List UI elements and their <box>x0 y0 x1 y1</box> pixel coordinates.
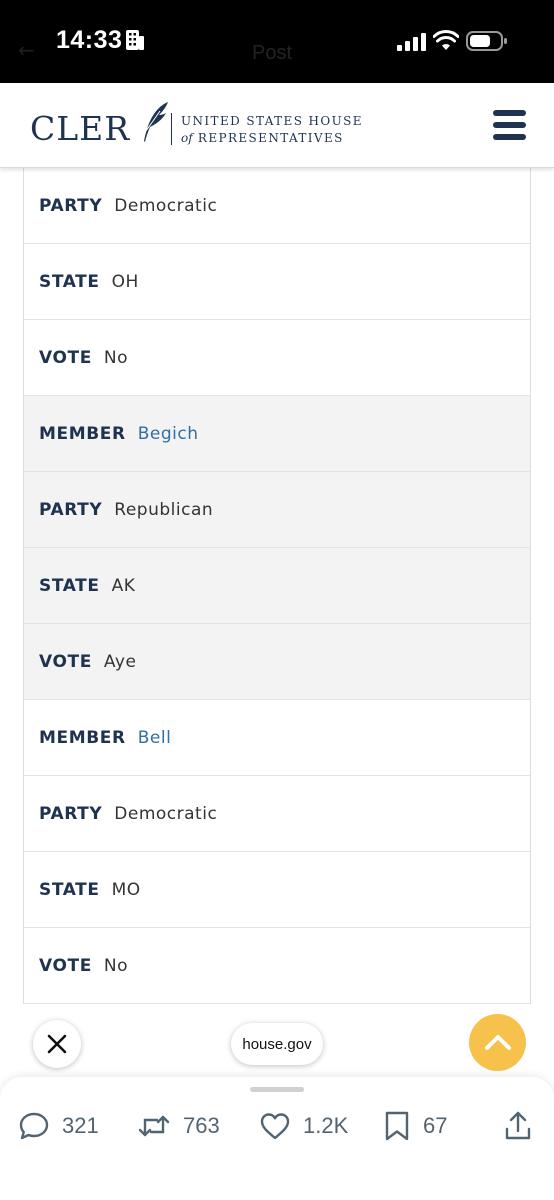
row-label: MEMBER <box>39 727 126 748</box>
site-header: CLER UNITED STATES HOUSE of REPRESENTATI… <box>0 83 554 168</box>
row-value: No <box>103 347 129 368</box>
table-row: VOTE No <box>24 928 530 1004</box>
row-label: PARTY <box>39 195 103 216</box>
table-row: VOTE Aye <box>24 624 530 700</box>
row-label: VOTE <box>39 955 92 976</box>
repost-button[interactable]: 763 <box>137 1109 220 1143</box>
row-label: PARTY <box>39 803 103 824</box>
table-row: MEMBER Begich <box>24 396 530 472</box>
logo-representatives-text: REPRESENTATIVES <box>197 131 344 145</box>
table-row: PARTY Democratic <box>24 776 530 852</box>
chevron-up-icon <box>485 1035 511 1050</box>
reply-button[interactable]: 321 <box>18 1109 99 1143</box>
reply-icon <box>19 1112 49 1140</box>
row-value: Democratic <box>114 803 218 824</box>
row-label: STATE <box>39 575 100 596</box>
row-value: OH <box>111 271 139 292</box>
row-label: STATE <box>39 271 100 292</box>
logo-divider <box>171 113 172 145</box>
table-row: PARTY Democratic <box>24 168 530 244</box>
share-button[interactable] <box>503 1109 545 1143</box>
row-label: VOTE <box>39 347 92 368</box>
quill-icon <box>144 102 168 142</box>
member-link[interactable]: Begich <box>138 424 199 444</box>
table-row: STATE OH <box>24 244 530 320</box>
member-link[interactable]: Bell <box>138 728 172 748</box>
building-icon <box>126 30 144 50</box>
status-bar: ← Post 14:33 <box>0 0 554 83</box>
scroll-to-top-button[interactable] <box>469 1014 526 1071</box>
sheet-grabber[interactable] <box>250 1087 304 1092</box>
reply-count: 321 <box>62 1113 99 1138</box>
post-action-bar: 321 763 1.2K 67 <box>0 1077 554 1200</box>
table-row: STATE MO <box>24 852 530 928</box>
bookmark-icon <box>385 1111 409 1141</box>
heart-icon <box>260 1113 290 1140</box>
row-value: No <box>103 955 129 976</box>
table-row: MEMBER Bell <box>24 700 530 776</box>
like-count: 1.2K <box>303 1113 349 1138</box>
bookmark-button[interactable]: 67 <box>383 1109 447 1143</box>
table-row: STATE AK <box>24 548 530 624</box>
close-button[interactable] <box>33 1020 81 1068</box>
table-row: VOTE No <box>24 320 530 396</box>
table-row: PARTY Republican <box>24 472 530 548</box>
hamburger-menu-icon[interactable] <box>493 109 527 141</box>
row-label: VOTE <box>39 651 92 672</box>
repost-count: 763 <box>183 1113 220 1138</box>
repost-icon <box>138 1115 170 1137</box>
vote-table: MEMBERBeattyPARTYDemocraticSTATEOHVOTENo… <box>23 83 531 1004</box>
bookmark-count: 67 <box>423 1113 448 1138</box>
row-label: PARTY <box>39 499 103 520</box>
domain-pill[interactable]: house.gov <box>231 1023 323 1065</box>
wifi-icon <box>433 30 459 50</box>
logo-representatives: of REPRESENTATIVES <box>181 131 344 145</box>
row-label: STATE <box>39 879 100 900</box>
back-arrow-icon: ← <box>18 38 35 62</box>
logo-united-states-house: UNITED STATES HOUSE <box>181 114 363 128</box>
row-value: Republican <box>114 499 214 520</box>
clerk-logo-wordmark[interactable]: CLER <box>30 109 130 148</box>
row-value: Democratic <box>114 195 218 216</box>
like-button[interactable]: 1.2K <box>259 1109 348 1143</box>
behind-page-title: Post <box>252 42 293 64</box>
row-value: Aye <box>103 651 137 672</box>
logo-of: of <box>181 131 193 145</box>
share-icon <box>505 1111 531 1140</box>
cellular-signal-icon <box>397 33 426 51</box>
row-value: AK <box>111 575 136 596</box>
close-icon <box>47 1034 67 1054</box>
status-time: 14:33 <box>56 26 123 54</box>
battery-icon <box>466 31 507 51</box>
row-value: MO <box>111 879 141 900</box>
row-label: MEMBER <box>39 423 126 444</box>
